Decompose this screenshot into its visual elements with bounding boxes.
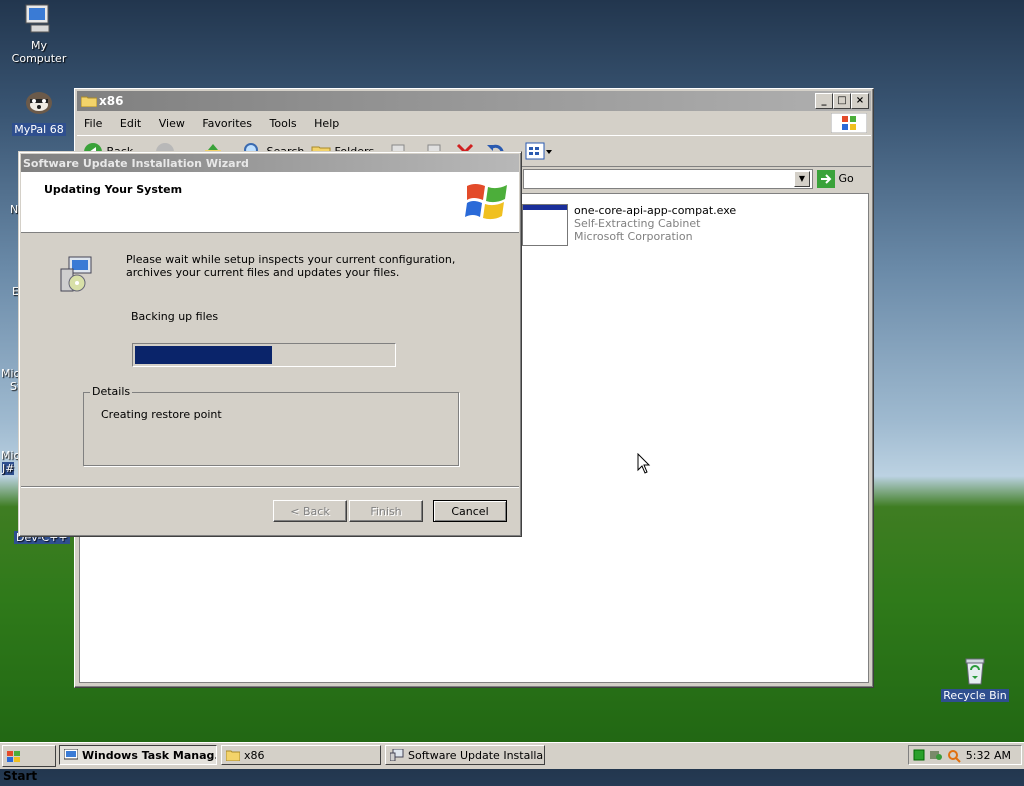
desktop-icon-mypal[interactable]: MyPal 68 [2,86,76,136]
desktop-partial-label: N [10,203,19,216]
address-input[interactable]: ▼ [523,169,813,189]
cancel-button[interactable]: Cancel [433,500,507,522]
setup-icon [390,749,404,761]
wizard-description: Please wait while setup inspects your cu… [126,253,456,279]
desktop-icon-label: My Computer [11,39,67,65]
wizard-status: Backing up files [131,310,219,323]
desktop-icon-recycle-bin[interactable]: Recycle Bin [938,656,1012,702]
menu-view[interactable]: View [152,113,192,130]
wizard-header: Updating Your System [21,172,519,233]
desktop-icon-my-computer[interactable]: My Computer [2,2,76,65]
update-wizard-dialog[interactable]: Software Update Installation Wizard Upda… [18,151,522,537]
wizard-heading: Updating Your System [44,183,183,196]
desktop-icon-label: Recycle Bin [941,689,1009,702]
file-type: Self-Extracting Cabinet [574,217,701,230]
network-icon[interactable] [913,749,925,761]
folder-icon [226,750,240,761]
windows-start-icon [7,750,20,762]
windows-logo-icon [831,113,867,133]
explorer-title: x86 [99,94,124,108]
clock: 5:32 AM [965,749,1011,762]
security-icon[interactable] [929,749,943,761]
taskbar-item-software-update[interactable]: Software Update Installa... [385,745,545,765]
views-icon[interactable] [525,142,553,162]
folder-icon [81,96,97,107]
go-arrow-icon [817,170,835,188]
recycle-bin-icon [965,658,985,685]
taskbar-item-x86[interactable]: x86 [221,745,381,765]
details-label: Details [90,385,133,398]
setup-computer-icon [60,256,92,292]
windows-flag-icon [465,184,507,220]
details-group: Details Creating restore point [83,385,459,466]
search-tray-icon[interactable] [947,749,961,763]
desktop-partial-label: J# [2,462,15,475]
progress-fill [135,346,272,364]
menu-tools[interactable]: Tools [263,113,304,130]
file-name: one-core-api-app-compat.exe [574,204,737,217]
maximize-button[interactable]: □ [833,93,851,109]
menu-favorites[interactable]: Favorites [195,113,259,130]
close-button[interactable]: × [851,93,869,109]
my-computer-icon [25,4,50,33]
taskbar: Start Windows Task Manag... x86 Software… [0,742,1024,783]
progress-bar [132,343,396,367]
start-button[interactable]: Start [2,745,56,783]
menu-edit[interactable]: Edit [113,113,148,130]
wizard-title: Software Update Installation Wizard [23,157,249,170]
mouse-cursor-icon [637,453,651,474]
go-button[interactable]: Go [817,170,854,188]
details-text: Creating restore point [101,408,222,421]
file-company: Microsoft Corporation [574,230,693,243]
executable-file-icon [522,204,568,246]
taskbar-item-task-manager[interactable]: Windows Task Manag... [59,745,217,765]
explorer-titlebar[interactable]: x86 _ □ × [77,91,871,111]
system-tray: 5:32 AM [908,745,1022,765]
minimize-button[interactable]: _ [815,93,833,109]
wizard-titlebar[interactable]: Software Update Installation Wizard [21,154,519,172]
menu-help[interactable]: Help [307,113,346,130]
mypal-raccoon-icon [26,92,52,114]
finish-button[interactable]: Finish [349,500,423,522]
menu-file[interactable]: File [77,113,109,130]
wizard-separator [21,486,519,488]
back-button[interactable]: < Back [273,500,347,522]
task-manager-icon [64,749,78,760]
explorer-menubar: File Edit View Favorites Tools Help [77,113,871,133]
desktop-icon-label: MyPal 68 [12,123,66,136]
address-dropdown-button[interactable]: ▼ [794,171,810,187]
